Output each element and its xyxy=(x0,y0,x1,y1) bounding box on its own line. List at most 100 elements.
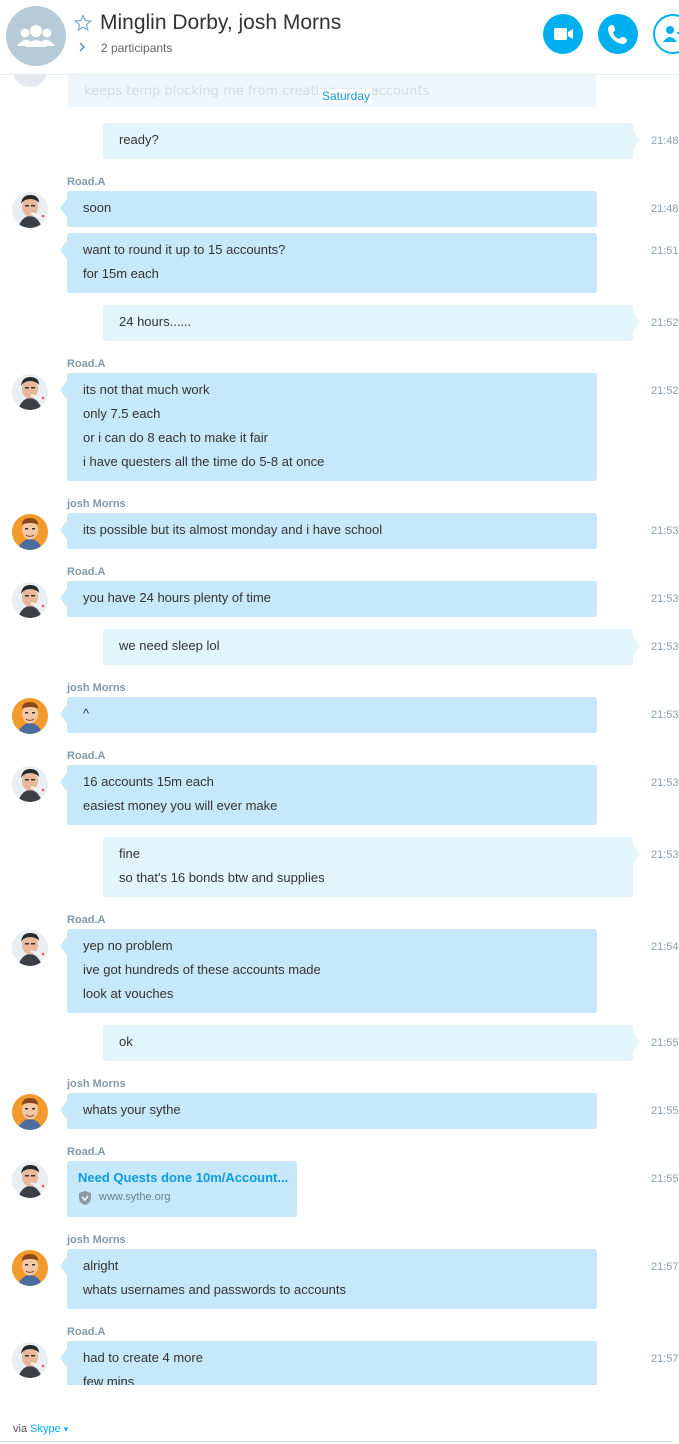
avatar-image xyxy=(12,766,48,802)
message-text: only 7.5 each xyxy=(83,406,161,421)
sender-name: Road.A xyxy=(67,176,106,188)
outgoing-message[interactable]: fine so that's 16 bonds btw and supplies xyxy=(103,837,640,897)
message-text: ok xyxy=(119,1034,133,1049)
chevron-down-icon[interactable]: ▾ xyxy=(64,1424,69,1434)
message-text: look at vouches xyxy=(83,986,174,1001)
message-text: alright xyxy=(83,1258,119,1273)
skype-link[interactable]: Skype xyxy=(30,1423,61,1435)
message-text: i have questers all the time do 5-8 at o… xyxy=(83,454,325,469)
message-text: whats your sythe xyxy=(83,1102,181,1117)
add-contact-button[interactable] xyxy=(653,14,679,54)
video-call-icon xyxy=(554,28,573,40)
incoming-message[interactable]: had to create 4 more few mins xyxy=(60,1341,597,1385)
avatar-image xyxy=(12,698,48,734)
incoming-message[interactable]: want to round it up to 15 accounts? for 1… xyxy=(60,233,597,293)
message-text: you have 24 hours plenty of time xyxy=(83,590,271,605)
message-text: or i can do 8 each to make it fair xyxy=(83,430,268,445)
avatar-image xyxy=(12,514,48,550)
message-timestamp: 21:55 xyxy=(651,1105,679,1117)
link-title[interactable]: Need Quests done 10m/Account... xyxy=(78,1170,297,1185)
message-text: so that's 16 bonds btw and supplies xyxy=(119,870,325,885)
message-text: its not that much work xyxy=(83,382,210,397)
incoming-message[interactable]: its possible but its almost monday and i… xyxy=(60,513,597,549)
avatar[interactable] xyxy=(12,930,48,966)
message-timestamp: 21:53 xyxy=(651,593,679,605)
message-text: easiest money you will ever make xyxy=(83,798,278,813)
phone-call-icon xyxy=(608,25,627,44)
chevron-right-icon[interactable] xyxy=(77,41,87,53)
incoming-message[interactable]: its not that much work only 7.5 each or i … xyxy=(60,373,597,481)
message-list[interactable]: keeps temp blocking me from creating new… xyxy=(0,75,679,1385)
outgoing-message[interactable]: ok xyxy=(103,1025,640,1061)
message-timestamp: 21:55 xyxy=(651,1037,679,1049)
incoming-message[interactable]: ^ xyxy=(60,697,597,733)
avatar[interactable] xyxy=(12,1342,48,1378)
day-separator: Saturday xyxy=(320,89,373,103)
via-skype-label: via Skype ▾ xyxy=(13,1423,68,1435)
link-url[interactable]: www.sythe.org xyxy=(78,1191,297,1205)
message-timestamp: 21:53 xyxy=(651,709,679,721)
incoming-message[interactable]: you have 24 hours plenty of time xyxy=(60,581,597,617)
sender-name: josh Morns xyxy=(67,498,126,510)
message-timestamp: 21:53 xyxy=(651,777,679,789)
add-contact-icon xyxy=(663,26,679,42)
conversation-title[interactable]: Minglin Dorby, josh Morns xyxy=(100,11,341,35)
message-text: 24 hours...... xyxy=(119,314,192,329)
incoming-message[interactable]: soon xyxy=(60,191,597,227)
link-preview-card[interactable]: Need Quests done 10m/Account... www.sythe… xyxy=(67,1161,297,1217)
message-text: yep no problem xyxy=(83,938,173,953)
sender-name: Road.A xyxy=(67,750,106,762)
avatar-image xyxy=(12,374,48,410)
message-text: soon xyxy=(83,200,112,215)
avatar-image xyxy=(12,192,48,228)
sender-name: josh Morns xyxy=(67,682,126,694)
link-url-text[interactable]: www.sythe.org xyxy=(99,1191,171,1203)
avatar[interactable] xyxy=(12,1094,48,1130)
message-timestamp: 21:53 xyxy=(651,525,679,537)
message-text: fine xyxy=(119,846,140,861)
message-timestamp: 21:52 xyxy=(651,317,679,329)
divider xyxy=(0,1441,672,1442)
star-icon[interactable] xyxy=(74,14,92,32)
avatar-image xyxy=(12,1250,48,1286)
avatar[interactable] xyxy=(12,1250,48,1286)
avatar-image xyxy=(12,582,48,618)
avatar[interactable] xyxy=(12,698,48,734)
message-text: ^ xyxy=(83,706,90,721)
sender-name: Road.A xyxy=(67,566,106,578)
group-avatar-icon[interactable] xyxy=(6,6,66,66)
message-text: its possible but its almost monday and i… xyxy=(83,522,383,537)
message-timestamp: 21:57 xyxy=(651,1353,679,1365)
footer: via Skype ▾ xyxy=(0,1385,679,1444)
phone-call-button[interactable] xyxy=(598,14,638,54)
incoming-message[interactable]: yep no problem ive got hundreds of these … xyxy=(60,929,597,1013)
sender-name: Road.A xyxy=(67,914,106,926)
avatar-image xyxy=(12,1162,48,1198)
incoming-message[interactable]: whats your sythe xyxy=(60,1093,597,1129)
avatar-image xyxy=(12,1094,48,1130)
message-timestamp: 21:51 xyxy=(651,245,679,257)
avatar-image xyxy=(12,1342,48,1378)
avatar[interactable] xyxy=(12,192,48,228)
sender-name: Road.A xyxy=(67,1326,106,1338)
message-text: whats usernames and passwords to account… xyxy=(83,1282,347,1297)
message-timestamp: 21:55 xyxy=(651,1173,679,1185)
outgoing-message[interactable]: 24 hours...... xyxy=(103,305,640,341)
message-timestamp: 21:57 xyxy=(651,1261,679,1273)
message-timestamp: 21:52 xyxy=(651,385,679,397)
avatar[interactable] xyxy=(12,766,48,802)
incoming-message[interactable]: 16 accounts 15m each easiest money you wi… xyxy=(60,765,597,825)
avatar[interactable] xyxy=(12,1162,48,1198)
sender-name: josh Morns xyxy=(67,1234,126,1246)
avatar[interactable] xyxy=(12,374,48,410)
outgoing-message[interactable]: we need sleep lol xyxy=(103,629,640,665)
avatar[interactable] xyxy=(12,514,48,550)
participants-count[interactable]: 2 participants xyxy=(101,41,172,55)
message-text: had to create 4 more xyxy=(83,1350,203,1365)
outgoing-message[interactable]: ready? xyxy=(103,123,640,159)
avatar[interactable] xyxy=(12,582,48,618)
message-timestamp: 21:53 xyxy=(651,849,679,861)
video-call-button[interactable] xyxy=(543,14,583,54)
incoming-message[interactable]: alright whats usernames and passwords to … xyxy=(60,1249,597,1309)
avatar xyxy=(12,75,48,87)
